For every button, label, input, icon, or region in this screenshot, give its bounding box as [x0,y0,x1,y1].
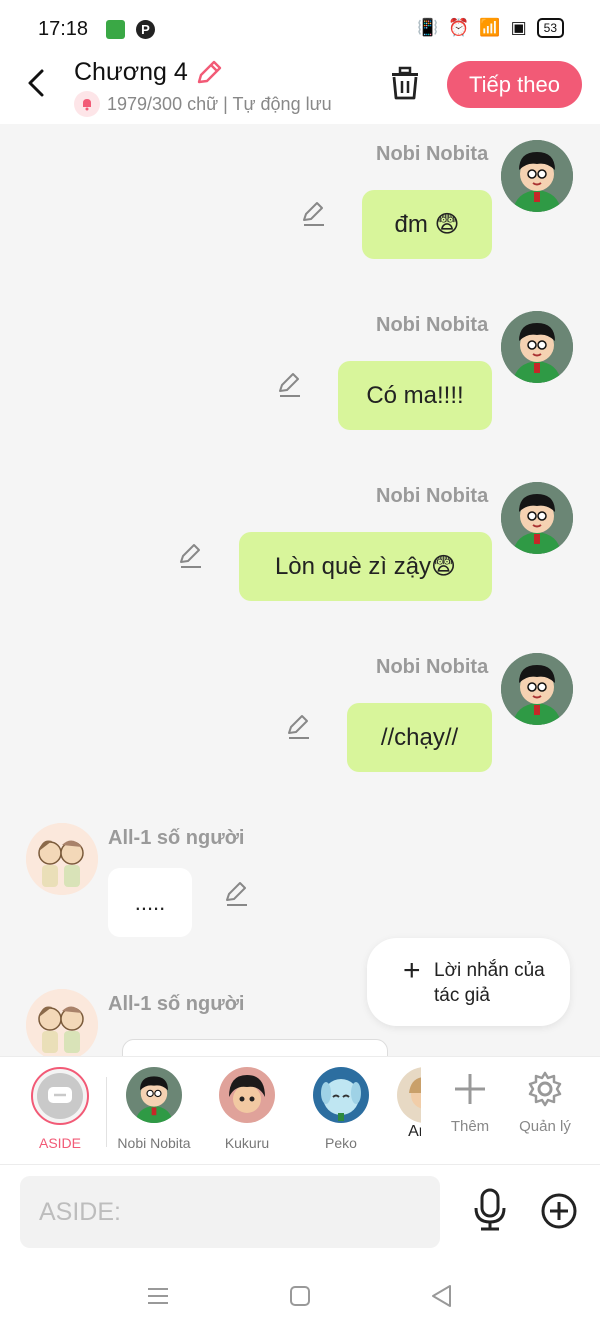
message-bubble[interactable]: ..... [108,868,192,937]
edit-message-icon[interactable] [300,200,328,228]
edit-message-icon[interactable] [177,542,205,570]
message-sender: Nobi Nobita [376,143,489,165]
edit-title-icon[interactable] [194,58,224,88]
battery-icon: 53 [536,18,564,38]
group-avatar[interactable] [26,823,98,895]
status-time: 17:18 [38,18,89,40]
character-aside[interactable]: ASIDE [15,1067,105,1151]
edit-message-icon[interactable] [276,371,304,399]
trash-icon[interactable] [386,64,424,102]
manage-label: Quản lý [519,1118,571,1135]
add-label: Thêm [450,1118,490,1135]
peko-avatar [313,1067,369,1123]
message-sender: Nobi Nobita [376,656,489,678]
nobita-avatar[interactable] [501,653,573,725]
word-count-line: 1979/300 chữ | Tự động lưu [74,91,332,117]
message-bubble[interactable]: Có ma!!!! [338,361,492,430]
menu-icon[interactable] [144,1282,172,1310]
plus-icon [455,1074,485,1104]
chapter-header: Chương 4 1979/300 chữ | Tự động lưu Tiếp… [0,58,600,124]
status-indicators: 📳 ⏰ 📶 ▣ 53 [417,18,564,38]
character-name: Aron [408,1123,421,1140]
pinterest-icon: P [136,20,155,39]
character-name: Peko [325,1135,357,1151]
edit-message-icon[interactable] [285,713,313,741]
status-bar: 17:18 P 📳 ⏰ 📶 ▣ 53 [0,0,600,58]
back-nav-icon[interactable] [428,1282,456,1310]
nobita-avatar[interactable] [501,140,573,212]
aron-avatar [397,1067,421,1123]
character-name: ASIDE [38,1135,81,1151]
message-bubble[interactable]: đm 😨 [362,190,492,259]
character-aron[interactable]: Aron [380,1067,421,1141]
chapter-title: Chương 4 [74,58,188,86]
manage-button[interactable]: Quản lý [510,1071,580,1135]
sim-icon: ▣ [510,18,527,37]
next-button[interactable]: Tiếp theo [447,61,582,108]
input-bar [0,1165,600,1260]
character-nobita[interactable]: Nobi Nobita [109,1067,199,1151]
aside-icon [48,1087,72,1103]
message-sender: Nobi Nobita [376,314,489,336]
kukuru-avatar [219,1067,275,1123]
wifi-icon: 📶 [479,18,501,37]
character-bar: ASIDE Nobi Nobita Kukuru Peko Aron Thêm [0,1056,600,1165]
vibrate-icon: 📳 [417,18,439,37]
group-avatar[interactable] [26,989,98,1056]
microphone-icon[interactable] [470,1188,510,1232]
nobita-avatar [126,1067,182,1123]
author-note-button[interactable]: + Lời nhắn của tác giả [367,938,570,1026]
character-name: Nobi Nobita [117,1135,191,1151]
edit-message-icon[interactable] [223,880,251,908]
message-bubble[interactable]: //chạy// [347,703,492,772]
word-count-status: 1979/300 chữ | Tự động lưu [107,93,332,114]
add-character-button[interactable]: Thêm [435,1071,505,1135]
bell-icon [74,91,100,117]
message-sender: All-1 số người [108,993,245,1015]
gear-icon [528,1071,562,1107]
message-bubble[interactable] [122,1039,388,1056]
author-note-label: Lời nhắn của tác giả [434,960,545,1006]
home-icon[interactable] [286,1282,314,1310]
back-icon[interactable] [20,66,54,100]
nobita-avatar[interactable] [501,482,573,554]
message-bubble[interactable]: Lòn què zì zậy😨 [239,532,492,601]
add-attachment-icon[interactable] [540,1192,578,1230]
message-sender: Nobi Nobita [376,485,489,507]
system-nav-bar [0,1260,600,1333]
message-sender: All-1 số người [108,827,245,849]
chat-area[interactable]: Nobi Nobita đm 😨 Nobi Nobita Có ma!!!! N… [0,124,600,1056]
character-peko[interactable]: Peko [296,1067,386,1151]
character-kukuru[interactable]: Kukuru [202,1067,292,1151]
divider [106,1077,107,1147]
app-notification-icon [106,20,125,39]
character-name: Kukuru [224,1135,270,1151]
message-input[interactable] [20,1176,440,1248]
nobita-avatar[interactable] [501,311,573,383]
plus-icon: + [403,954,421,987]
alarm-icon: ⏰ [448,18,470,37]
aside-avatar [31,1067,89,1125]
